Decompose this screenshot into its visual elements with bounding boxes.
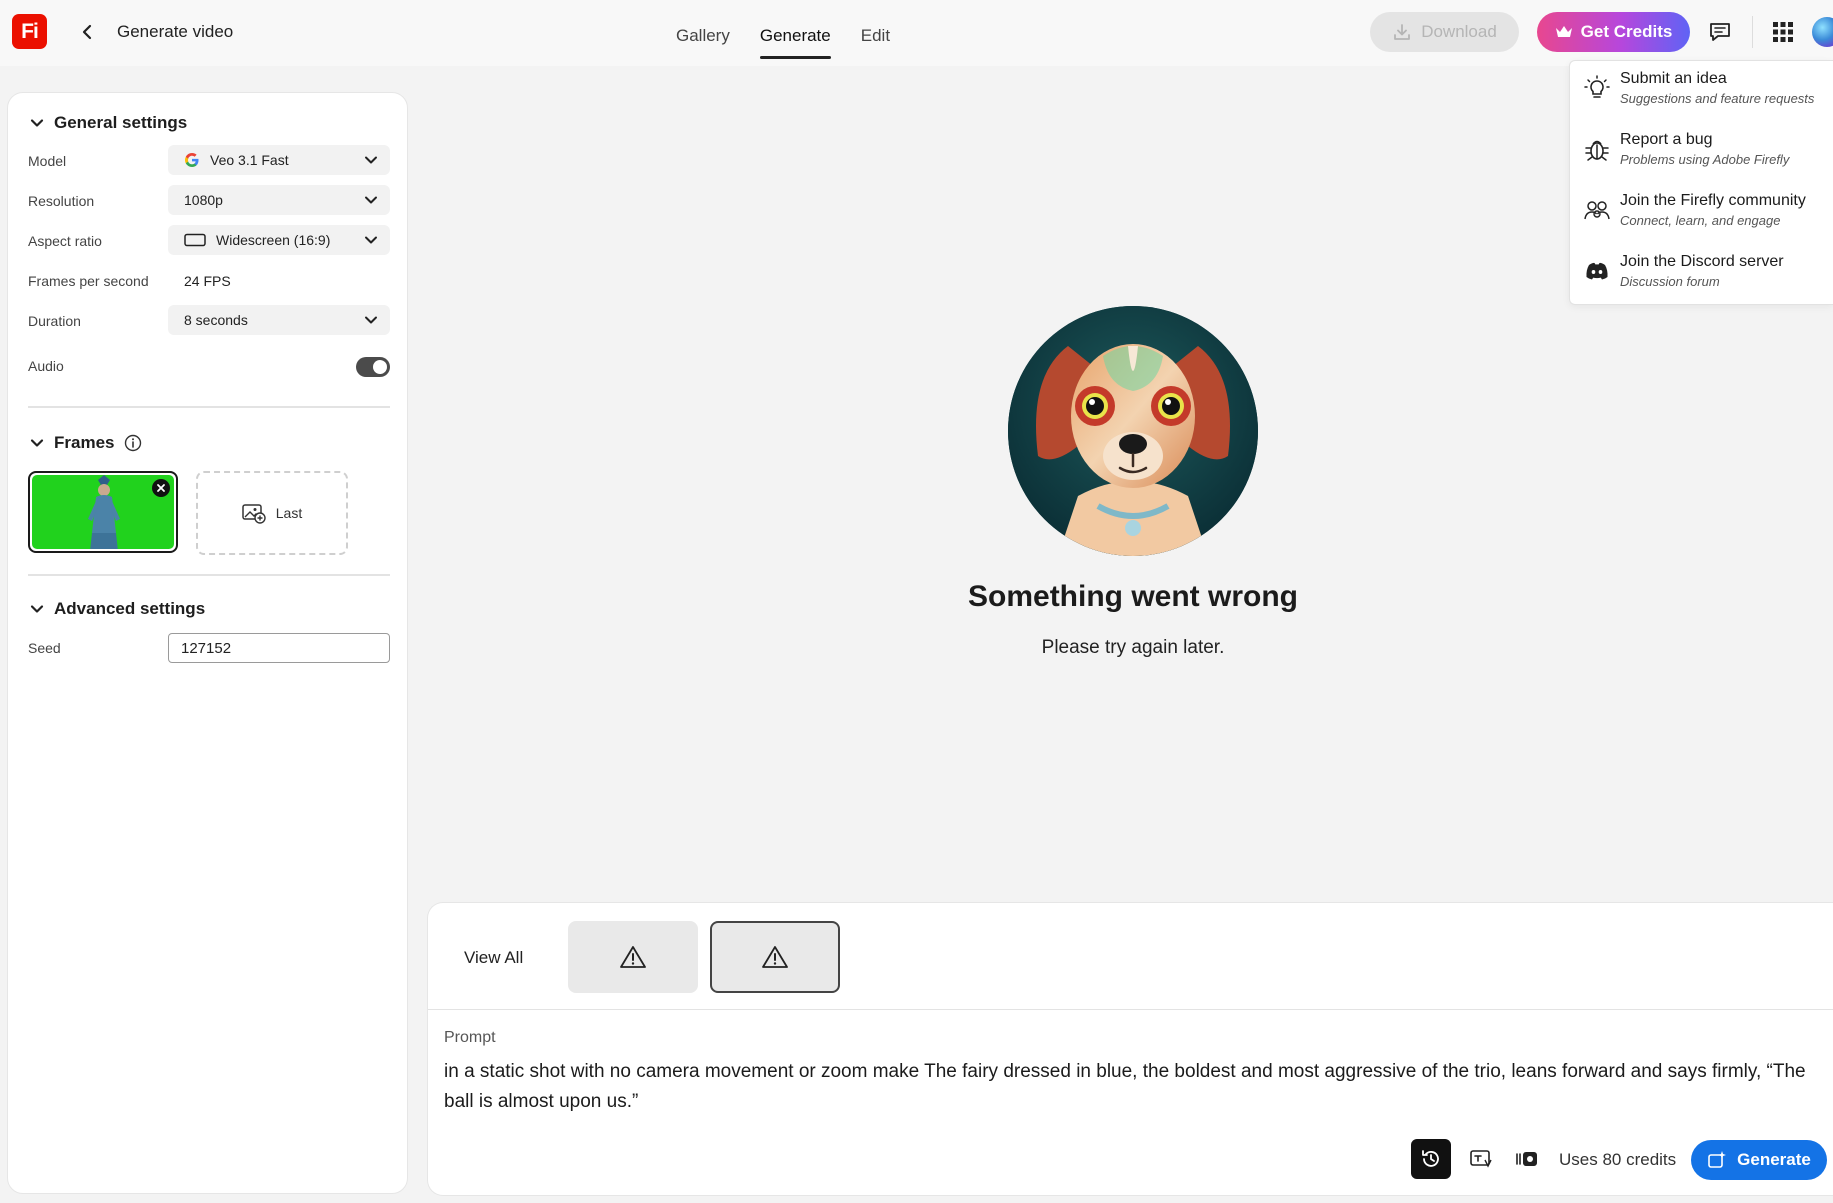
generate-icon bbox=[1707, 1150, 1727, 1170]
advanced-settings-title: Advanced settings bbox=[54, 599, 206, 618]
page-title: Generate video bbox=[117, 22, 234, 41]
general-settings-title: General settings bbox=[54, 113, 188, 132]
menu-item-discord[interactable]: Join the Discord server Discussion forum bbox=[1584, 252, 1833, 304]
frames-header[interactable]: Frames bbox=[30, 433, 142, 453]
google-icon bbox=[184, 152, 200, 168]
prompt-panel: View All Prompt in a static shot with no… bbox=[427, 902, 1833, 1196]
chevron-down-icon bbox=[30, 436, 44, 450]
model-select[interactable]: Veo 3.1 Fast bbox=[168, 145, 390, 175]
menu-item-submit-idea[interactable]: Submit an idea Suggestions and feature r… bbox=[1584, 69, 1833, 121]
chevron-down-icon bbox=[364, 233, 378, 247]
history-icon[interactable] bbox=[1411, 1139, 1451, 1179]
resolution-label: Resolution bbox=[28, 193, 95, 209]
chevron-down-icon bbox=[364, 193, 378, 207]
prompt-textarea[interactable]: in a static shot with no camera movement… bbox=[444, 1057, 1824, 1117]
settings-panel: General settings Model Veo 3.1 Fast Reso… bbox=[7, 92, 408, 1194]
warning-icon bbox=[620, 945, 646, 969]
crown-icon bbox=[1555, 24, 1573, 40]
discord-icon bbox=[1584, 258, 1610, 284]
info-icon[interactable] bbox=[124, 434, 142, 452]
duration-value: 8 seconds bbox=[184, 312, 248, 328]
prompt-label: Prompt bbox=[444, 1029, 496, 1046]
aspect-ratio-value: Widescreen (16:9) bbox=[216, 232, 331, 248]
download-button[interactable]: Download bbox=[1370, 12, 1519, 52]
chevron-down-icon bbox=[364, 313, 378, 327]
generate-button[interactable]: Generate bbox=[1691, 1140, 1827, 1180]
credits-icon[interactable] bbox=[1507, 1139, 1547, 1179]
error-title: Something went wrong bbox=[968, 580, 1298, 613]
duration-label: Duration bbox=[28, 313, 81, 329]
first-frame-thumbnail[interactable] bbox=[28, 471, 178, 553]
view-all-link[interactable]: View All bbox=[464, 948, 523, 968]
prompt-divider bbox=[428, 1009, 1833, 1010]
menu-item-subtitle: Discussion forum bbox=[1620, 274, 1720, 289]
error-message: Please try again later. bbox=[1041, 637, 1225, 658]
resolution-select[interactable]: 1080p bbox=[168, 185, 390, 215]
help-menu: Submit an idea Suggestions and feature r… bbox=[1569, 60, 1833, 305]
menu-item-report-bug[interactable]: Report a bug Problems using Adobe Firefl… bbox=[1584, 130, 1833, 182]
section-divider bbox=[28, 574, 390, 576]
main-nav: Gallery Generate Edit bbox=[676, 26, 890, 59]
community-icon bbox=[1584, 197, 1610, 223]
advanced-settings-header[interactable]: Advanced settings bbox=[30, 599, 205, 619]
menu-item-subtitle: Suggestions and feature requests bbox=[1620, 91, 1815, 106]
chevron-down-icon bbox=[30, 602, 44, 616]
frames-title: Frames bbox=[54, 433, 115, 452]
aspect-ratio-select[interactable]: Widescreen (16:9) bbox=[168, 225, 390, 255]
model-label: Model bbox=[28, 153, 67, 169]
generate-label: Generate bbox=[1737, 1150, 1811, 1169]
remove-frame-button[interactable] bbox=[152, 479, 170, 497]
add-image-icon bbox=[242, 502, 266, 524]
menu-item-subtitle: Problems using Adobe Firefly bbox=[1620, 152, 1790, 167]
get-credits-label: Get Credits bbox=[1580, 22, 1673, 41]
lightbulb-icon bbox=[1584, 75, 1610, 101]
apps-grid-icon[interactable] bbox=[1772, 21, 1794, 43]
error-illustration bbox=[1008, 306, 1258, 556]
seed-label: Seed bbox=[28, 640, 61, 656]
last-frame-label: Last bbox=[275, 505, 303, 521]
prompt-settings-icon[interactable] bbox=[1461, 1139, 1501, 1179]
firefly-logo[interactable]: Fi bbox=[12, 14, 47, 49]
aspect-ratio-label: Aspect ratio bbox=[28, 233, 102, 249]
download-label: Download bbox=[1421, 22, 1497, 41]
menu-item-firefly-community[interactable]: Join the Firefly community Connect, lear… bbox=[1584, 191, 1833, 243]
user-avatar[interactable] bbox=[1812, 17, 1833, 47]
first-frame-image bbox=[32, 475, 174, 549]
toolbar-divider bbox=[1752, 16, 1753, 48]
audio-label: Audio bbox=[28, 358, 64, 374]
uses-credits-text: Uses 80 credits bbox=[1559, 1150, 1677, 1169]
fps-value: 24 FPS bbox=[184, 273, 231, 289]
menu-item-title: Submit an idea bbox=[1620, 70, 1727, 87]
tab-generate[interactable]: Generate bbox=[759, 26, 831, 59]
tab-edit[interactable]: Edit bbox=[861, 26, 890, 59]
warning-icon bbox=[762, 945, 788, 969]
last-frame-upload[interactable]: Last bbox=[196, 471, 348, 555]
get-credits-button[interactable]: Get Credits bbox=[1537, 12, 1690, 52]
history-thumbnail[interactable] bbox=[568, 921, 698, 993]
menu-item-title: Join the Firefly community bbox=[1620, 192, 1806, 209]
model-value: Veo 3.1 Fast bbox=[210, 152, 289, 168]
top-bar: Fi Generate video Gallery Generate Edit … bbox=[0, 0, 1833, 66]
feedback-icon[interactable] bbox=[1708, 20, 1732, 44]
seed-input[interactable] bbox=[168, 633, 390, 663]
general-settings-header[interactable]: General settings bbox=[30, 113, 187, 133]
duration-select[interactable]: 8 seconds bbox=[168, 305, 390, 335]
audio-toggle[interactable] bbox=[356, 357, 390, 377]
resolution-value: 1080p bbox=[184, 192, 223, 208]
chevron-down-icon bbox=[364, 153, 378, 167]
back-button[interactable] bbox=[78, 22, 98, 42]
menu-item-title: Join the Discord server bbox=[1620, 253, 1784, 270]
section-divider bbox=[28, 406, 390, 408]
menu-item-subtitle: Connect, learn, and engage bbox=[1620, 213, 1781, 228]
history-thumbnail-selected[interactable] bbox=[710, 921, 840, 993]
widescreen-icon bbox=[184, 233, 206, 247]
tab-gallery[interactable]: Gallery bbox=[676, 26, 730, 59]
chevron-down-icon bbox=[30, 116, 44, 130]
download-icon bbox=[1392, 22, 1412, 42]
menu-item-title: Report a bug bbox=[1620, 131, 1713, 148]
bug-icon bbox=[1584, 136, 1610, 162]
fps-label: Frames per second bbox=[28, 273, 149, 289]
